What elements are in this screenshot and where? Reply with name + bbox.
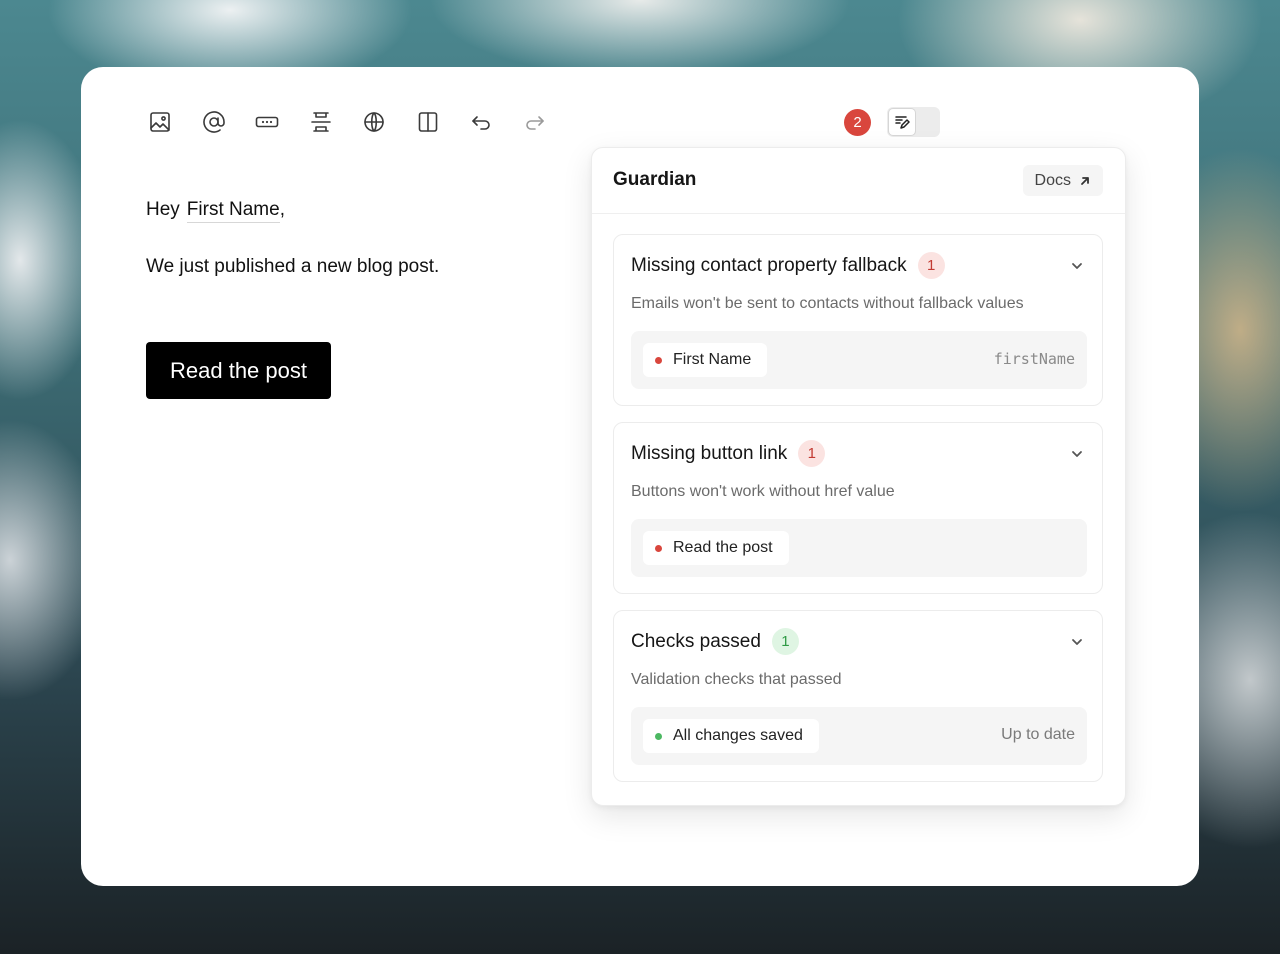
email-editor-card: 2 Hey First Name , We just published a n… <box>81 67 1199 886</box>
section-description: Emails won't be sent to contacts without… <box>631 295 1024 312</box>
section-checks-passed[interactable]: Checks passed 1 Validation checks that p… <box>613 610 1103 782</box>
section-missing-fallback[interactable]: Missing contact property fallback 1 Emai… <box>613 234 1103 406</box>
check-label: All changes saved <box>673 727 803 744</box>
section-description: Buttons won't work without href value <box>631 483 895 500</box>
greeting-prefix: Hey <box>146 199 180 220</box>
check-row[interactable]: All changes saved Up to date <box>631 707 1087 765</box>
body-paragraph[interactable]: We just published a new blog post. <box>146 256 439 278</box>
guardian-header: Guardian Docs <box>592 148 1125 214</box>
check-chip[interactable]: All changes saved <box>643 719 819 753</box>
greeting-suffix: , <box>279 199 285 220</box>
section-description: Validation checks that passed <box>631 671 842 688</box>
globe-icon[interactable] <box>357 107 391 137</box>
guardian-panel-icon <box>889 109 915 135</box>
section-title-row: Checks passed 1 <box>631 628 799 655</box>
divider-icon[interactable] <box>304 107 338 137</box>
redo-icon[interactable] <box>518 107 552 137</box>
check-status: Up to date <box>1001 726 1075 743</box>
guardian-panel: Guardian Docs Missing contact property f… <box>591 147 1126 806</box>
guardian-title: Guardian <box>613 169 697 190</box>
issue-count-badge: 1 <box>798 440 826 467</box>
issue-row[interactable]: Read the post <box>631 519 1087 577</box>
issue-row[interactable]: First Name firstName <box>631 331 1087 389</box>
chevron-down-icon[interactable] <box>1070 635 1084 649</box>
docs-label: Docs <box>1034 171 1071 189</box>
chevron-down-icon[interactable] <box>1070 447 1084 461</box>
section-title-row: Missing button link 1 <box>631 440 826 467</box>
property-key: firstName <box>993 350 1075 368</box>
success-dot <box>655 733 662 740</box>
issue-label: First Name <box>673 351 752 368</box>
mention-icon[interactable] <box>197 107 231 137</box>
issue-label: Read the post <box>673 539 773 556</box>
external-link-icon <box>1081 176 1089 185</box>
section-title-row: Missing contact property fallback 1 <box>631 252 945 279</box>
read-post-button[interactable]: Read the post <box>146 342 331 399</box>
issue-chip[interactable]: First Name <box>643 343 768 377</box>
chevron-down-icon[interactable] <box>1070 259 1084 273</box>
error-dot <box>655 545 662 552</box>
issue-chip[interactable]: Read the post <box>643 531 789 565</box>
error-dot <box>655 357 662 364</box>
passed-count-badge: 1 <box>771 628 799 655</box>
email-body[interactable]: Hey First Name , We just published a new… <box>146 199 439 278</box>
docs-link[interactable]: Docs <box>1022 165 1103 196</box>
issue-count-badge: 1 <box>917 252 945 279</box>
image-icon[interactable] <box>143 107 177 137</box>
undo-icon[interactable] <box>464 107 498 137</box>
editor-toolbar <box>143 107 571 137</box>
error-count-badge[interactable]: 2 <box>844 109 871 136</box>
first-name-variable[interactable]: First Name <box>186 199 280 223</box>
section-title: Missing contact property fallback <box>631 254 907 276</box>
guardian-panel-toggle[interactable] <box>887 107 940 137</box>
button-icon[interactable] <box>250 107 284 137</box>
section-missing-button-link[interactable]: Missing button link 1 Buttons won't work… <box>613 422 1103 594</box>
section-title: Missing button link <box>631 442 788 464</box>
greeting-line[interactable]: Hey First Name , <box>146 199 439 223</box>
section-title: Checks passed <box>631 630 761 652</box>
columns-icon[interactable] <box>411 107 445 137</box>
